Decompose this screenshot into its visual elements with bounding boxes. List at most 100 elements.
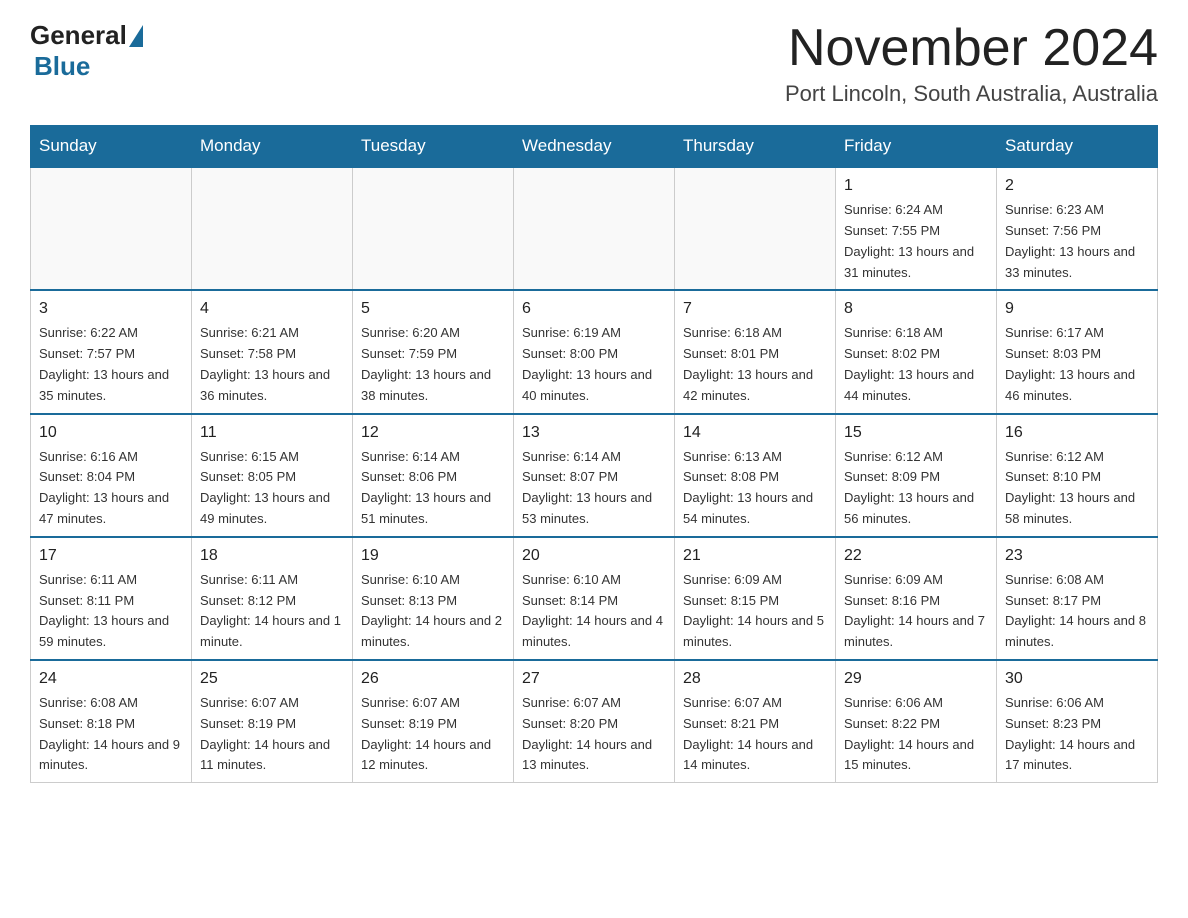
- calendar-week-row: 1Sunrise: 6:24 AMSunset: 7:55 PMDaylight…: [31, 167, 1158, 290]
- day-number: 7: [683, 297, 827, 321]
- day-number: 25: [200, 667, 344, 691]
- location-subtitle: Port Lincoln, South Australia, Australia: [785, 81, 1158, 107]
- day-info: Sunrise: 6:10 AMSunset: 8:13 PMDaylight:…: [361, 570, 505, 653]
- day-info: Sunrise: 6:11 AMSunset: 8:12 PMDaylight:…: [200, 570, 344, 653]
- day-info: Sunrise: 6:14 AMSunset: 8:07 PMDaylight:…: [522, 447, 666, 530]
- calendar-cell: 21Sunrise: 6:09 AMSunset: 8:15 PMDayligh…: [675, 537, 836, 660]
- calendar-cell: 30Sunrise: 6:06 AMSunset: 8:23 PMDayligh…: [997, 660, 1158, 783]
- logo-blue-text: Blue: [34, 51, 90, 82]
- calendar-cell: 8Sunrise: 6:18 AMSunset: 8:02 PMDaylight…: [836, 290, 997, 413]
- logo: General Blue: [30, 20, 143, 82]
- day-number: 17: [39, 544, 183, 568]
- day-info: Sunrise: 6:12 AMSunset: 8:10 PMDaylight:…: [1005, 447, 1149, 530]
- calendar-cell: 17Sunrise: 6:11 AMSunset: 8:11 PMDayligh…: [31, 537, 192, 660]
- day-number: 9: [1005, 297, 1149, 321]
- calendar-cell: 9Sunrise: 6:17 AMSunset: 8:03 PMDaylight…: [997, 290, 1158, 413]
- month-title: November 2024: [785, 20, 1158, 77]
- day-info: Sunrise: 6:15 AMSunset: 8:05 PMDaylight:…: [200, 447, 344, 530]
- day-info: Sunrise: 6:23 AMSunset: 7:56 PMDaylight:…: [1005, 200, 1149, 283]
- calendar-cell: 16Sunrise: 6:12 AMSunset: 8:10 PMDayligh…: [997, 414, 1158, 537]
- day-info: Sunrise: 6:07 AMSunset: 8:21 PMDaylight:…: [683, 693, 827, 776]
- day-number: 8: [844, 297, 988, 321]
- day-info: Sunrise: 6:07 AMSunset: 8:19 PMDaylight:…: [361, 693, 505, 776]
- day-number: 1: [844, 174, 988, 198]
- calendar-week-row: 10Sunrise: 6:16 AMSunset: 8:04 PMDayligh…: [31, 414, 1158, 537]
- calendar-cell: 29Sunrise: 6:06 AMSunset: 8:22 PMDayligh…: [836, 660, 997, 783]
- day-info: Sunrise: 6:18 AMSunset: 8:01 PMDaylight:…: [683, 323, 827, 406]
- calendar-cell: 7Sunrise: 6:18 AMSunset: 8:01 PMDaylight…: [675, 290, 836, 413]
- day-number: 28: [683, 667, 827, 691]
- calendar-week-row: 3Sunrise: 6:22 AMSunset: 7:57 PMDaylight…: [31, 290, 1158, 413]
- day-number: 21: [683, 544, 827, 568]
- page-header: General Blue November 2024 Port Lincoln,…: [30, 20, 1158, 107]
- calendar-week-row: 17Sunrise: 6:11 AMSunset: 8:11 PMDayligh…: [31, 537, 1158, 660]
- calendar-cell: 10Sunrise: 6:16 AMSunset: 8:04 PMDayligh…: [31, 414, 192, 537]
- day-info: Sunrise: 6:07 AMSunset: 8:20 PMDaylight:…: [522, 693, 666, 776]
- day-number: 14: [683, 421, 827, 445]
- calendar-cell: 24Sunrise: 6:08 AMSunset: 8:18 PMDayligh…: [31, 660, 192, 783]
- calendar-cell: 19Sunrise: 6:10 AMSunset: 8:13 PMDayligh…: [353, 537, 514, 660]
- weekday-header-friday: Friday: [836, 126, 997, 168]
- title-block: November 2024 Port Lincoln, South Austra…: [785, 20, 1158, 107]
- day-info: Sunrise: 6:08 AMSunset: 8:18 PMDaylight:…: [39, 693, 183, 776]
- day-number: 3: [39, 297, 183, 321]
- day-number: 20: [522, 544, 666, 568]
- day-info: Sunrise: 6:16 AMSunset: 8:04 PMDaylight:…: [39, 447, 183, 530]
- day-info: Sunrise: 6:06 AMSunset: 8:22 PMDaylight:…: [844, 693, 988, 776]
- calendar-cell: 22Sunrise: 6:09 AMSunset: 8:16 PMDayligh…: [836, 537, 997, 660]
- calendar-week-row: 24Sunrise: 6:08 AMSunset: 8:18 PMDayligh…: [31, 660, 1158, 783]
- calendar-cell: [31, 167, 192, 290]
- calendar-cell: [192, 167, 353, 290]
- logo-triangle-icon: [129, 25, 143, 47]
- day-info: Sunrise: 6:13 AMSunset: 8:08 PMDaylight:…: [683, 447, 827, 530]
- day-info: Sunrise: 6:22 AMSunset: 7:57 PMDaylight:…: [39, 323, 183, 406]
- day-info: Sunrise: 6:21 AMSunset: 7:58 PMDaylight:…: [200, 323, 344, 406]
- weekday-header-saturday: Saturday: [997, 126, 1158, 168]
- weekday-header-sunday: Sunday: [31, 126, 192, 168]
- calendar-cell: 15Sunrise: 6:12 AMSunset: 8:09 PMDayligh…: [836, 414, 997, 537]
- day-number: 29: [844, 667, 988, 691]
- calendar-cell: 18Sunrise: 6:11 AMSunset: 8:12 PMDayligh…: [192, 537, 353, 660]
- day-number: 26: [361, 667, 505, 691]
- calendar-cell: 28Sunrise: 6:07 AMSunset: 8:21 PMDayligh…: [675, 660, 836, 783]
- calendar-cell: 23Sunrise: 6:08 AMSunset: 8:17 PMDayligh…: [997, 537, 1158, 660]
- calendar-cell: [353, 167, 514, 290]
- day-number: 2: [1005, 174, 1149, 198]
- day-info: Sunrise: 6:10 AMSunset: 8:14 PMDaylight:…: [522, 570, 666, 653]
- calendar-cell: 27Sunrise: 6:07 AMSunset: 8:20 PMDayligh…: [514, 660, 675, 783]
- day-info: Sunrise: 6:09 AMSunset: 8:16 PMDaylight:…: [844, 570, 988, 653]
- day-info: Sunrise: 6:11 AMSunset: 8:11 PMDaylight:…: [39, 570, 183, 653]
- day-number: 27: [522, 667, 666, 691]
- weekday-header-tuesday: Tuesday: [353, 126, 514, 168]
- day-info: Sunrise: 6:06 AMSunset: 8:23 PMDaylight:…: [1005, 693, 1149, 776]
- calendar-cell: 11Sunrise: 6:15 AMSunset: 8:05 PMDayligh…: [192, 414, 353, 537]
- day-info: Sunrise: 6:07 AMSunset: 8:19 PMDaylight:…: [200, 693, 344, 776]
- day-number: 13: [522, 421, 666, 445]
- day-number: 10: [39, 421, 183, 445]
- day-number: 11: [200, 421, 344, 445]
- calendar-cell: 14Sunrise: 6:13 AMSunset: 8:08 PMDayligh…: [675, 414, 836, 537]
- day-info: Sunrise: 6:14 AMSunset: 8:06 PMDaylight:…: [361, 447, 505, 530]
- day-number: 4: [200, 297, 344, 321]
- day-number: 23: [1005, 544, 1149, 568]
- calendar-cell: 3Sunrise: 6:22 AMSunset: 7:57 PMDaylight…: [31, 290, 192, 413]
- calendar-cell: [675, 167, 836, 290]
- day-info: Sunrise: 6:08 AMSunset: 8:17 PMDaylight:…: [1005, 570, 1149, 653]
- day-number: 12: [361, 421, 505, 445]
- day-number: 24: [39, 667, 183, 691]
- calendar-table: SundayMondayTuesdayWednesdayThursdayFrid…: [30, 125, 1158, 783]
- weekday-header-row: SundayMondayTuesdayWednesdayThursdayFrid…: [31, 126, 1158, 168]
- day-number: 22: [844, 544, 988, 568]
- day-info: Sunrise: 6:12 AMSunset: 8:09 PMDaylight:…: [844, 447, 988, 530]
- day-number: 30: [1005, 667, 1149, 691]
- day-info: Sunrise: 6:20 AMSunset: 7:59 PMDaylight:…: [361, 323, 505, 406]
- logo-general-text: General: [30, 20, 127, 51]
- day-number: 16: [1005, 421, 1149, 445]
- calendar-cell: 1Sunrise: 6:24 AMSunset: 7:55 PMDaylight…: [836, 167, 997, 290]
- calendar-cell: 26Sunrise: 6:07 AMSunset: 8:19 PMDayligh…: [353, 660, 514, 783]
- day-number: 18: [200, 544, 344, 568]
- weekday-header-monday: Monday: [192, 126, 353, 168]
- weekday-header-wednesday: Wednesday: [514, 126, 675, 168]
- calendar-cell: 12Sunrise: 6:14 AMSunset: 8:06 PMDayligh…: [353, 414, 514, 537]
- day-info: Sunrise: 6:19 AMSunset: 8:00 PMDaylight:…: [522, 323, 666, 406]
